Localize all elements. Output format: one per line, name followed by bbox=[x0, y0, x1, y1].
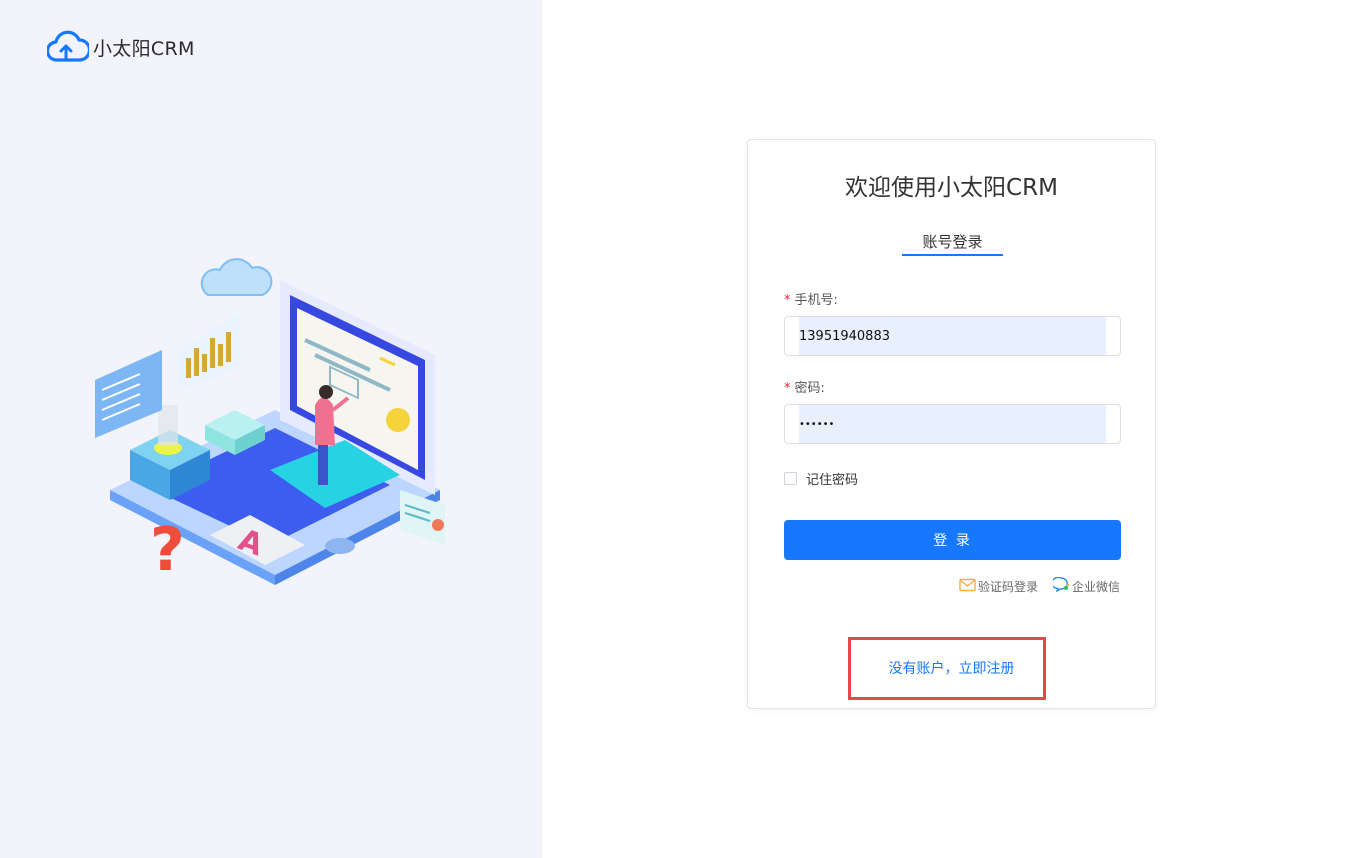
svg-text:?: ? bbox=[150, 515, 185, 585]
wecom-icon bbox=[1051, 576, 1070, 595]
left-panel: 小太阳CRM A ? bbox=[0, 0, 542, 858]
brand-name: 小太阳CRM bbox=[93, 37, 195, 60]
login-button[interactable]: 登 录 bbox=[784, 520, 1121, 560]
tab-account-login[interactable]: 账号登录 bbox=[902, 231, 1003, 256]
alt-logins: 验证码登录 企业微信 bbox=[959, 576, 1120, 595]
phone-label-text: 手机号: bbox=[794, 293, 838, 308]
sms-code-login-link[interactable]: 验证码登录 bbox=[959, 577, 1038, 595]
required-mark: * bbox=[784, 293, 791, 308]
remember-password-checkbox[interactable]: 记住密码 bbox=[784, 469, 858, 488]
phone-input[interactable] bbox=[799, 317, 1099, 355]
password-field bbox=[784, 404, 1121, 444]
phone-field bbox=[784, 316, 1121, 356]
checkbox-square[interactable] bbox=[784, 472, 797, 485]
wecom-login-link[interactable]: 企业微信 bbox=[1051, 576, 1120, 595]
password-label-text: 密码: bbox=[794, 381, 825, 396]
required-mark: * bbox=[784, 381, 791, 396]
register-link[interactable]: 没有账户，立即注册 bbox=[748, 658, 1155, 678]
isometric-dashboard-illustration: A ? bbox=[90, 240, 450, 610]
mail-icon bbox=[959, 578, 976, 595]
password-input[interactable] bbox=[799, 405, 1099, 443]
brand: 小太阳CRM bbox=[47, 30, 195, 64]
phone-label: * 手机号: bbox=[784, 289, 838, 308]
login-card: 欢迎使用小太阳CRM 账号登录 *手机号: *密码: 记住密码 登 录 验证码登… bbox=[747, 139, 1156, 709]
wecom-login-label: 企业微信 bbox=[1071, 579, 1120, 594]
sms-code-login-label: 验证码登录 bbox=[977, 579, 1038, 594]
remember-password-label: 记住密码 bbox=[806, 473, 859, 488]
password-label: * 密码: bbox=[784, 377, 825, 396]
cloud-upload-icon bbox=[47, 30, 89, 64]
login-title: 欢迎使用小太阳CRM bbox=[845, 175, 1058, 201]
